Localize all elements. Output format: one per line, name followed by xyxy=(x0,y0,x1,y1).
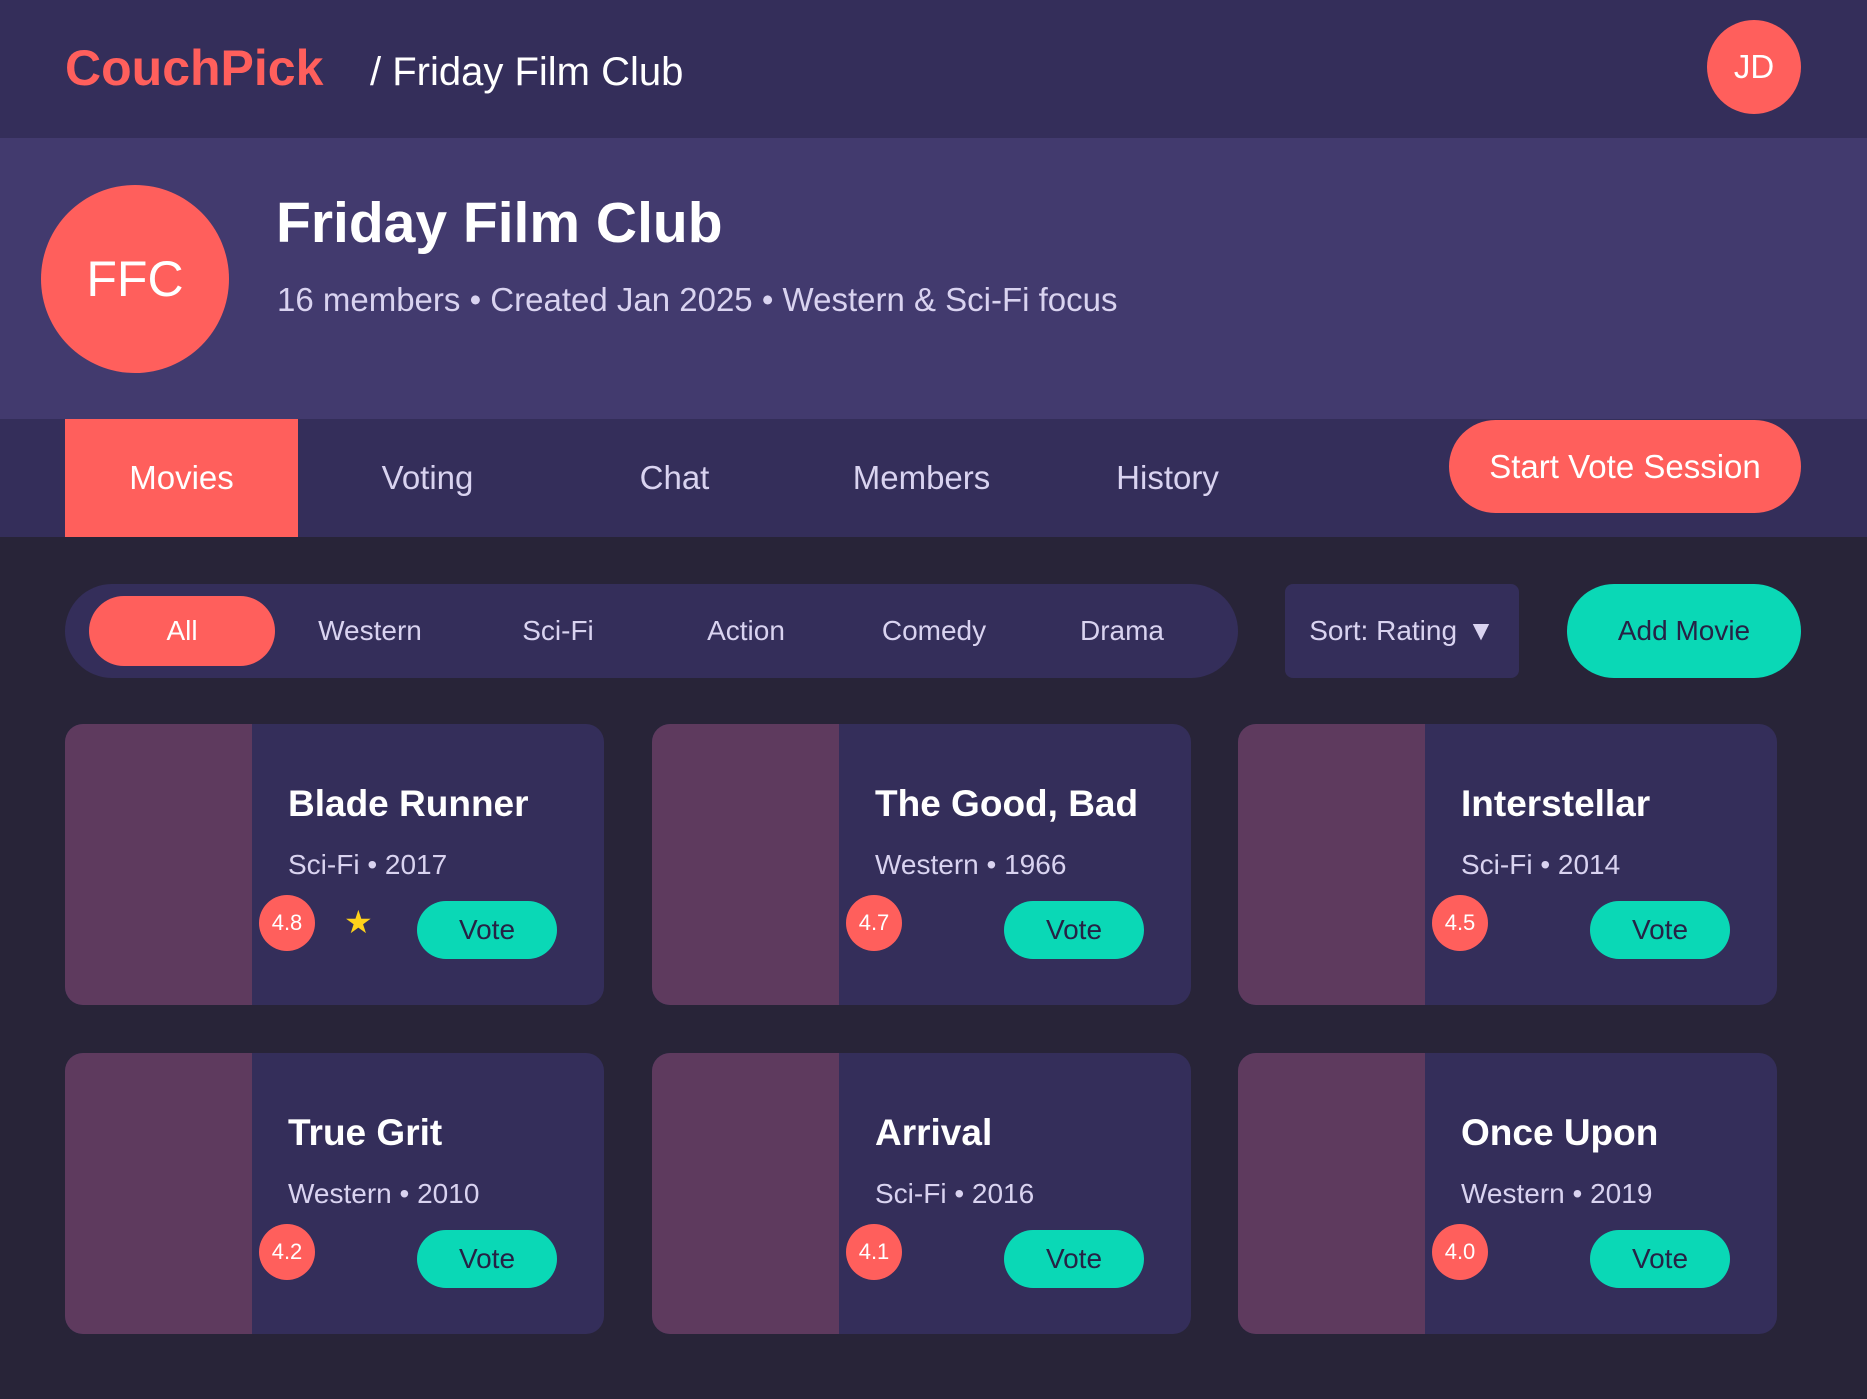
tab-history[interactable]: History xyxy=(1051,419,1284,537)
movie-meta: Sci-Fi • 2016 xyxy=(875,1178,1035,1209)
movie-poster xyxy=(1238,1053,1425,1334)
movie-title: Blade Runner xyxy=(288,783,529,824)
movie-meta: Western • 2010 xyxy=(288,1178,480,1209)
club-avatar: FFC xyxy=(41,185,229,373)
add-movie-button[interactable]: Add Movie xyxy=(1567,584,1801,678)
rating-badge: 4.5 xyxy=(1432,895,1488,951)
tab-voting[interactable]: Voting xyxy=(311,419,544,537)
sort-label: Sort: Rating xyxy=(1309,615,1458,646)
movie-poster xyxy=(65,1053,252,1334)
tab-chat[interactable]: Chat xyxy=(558,419,791,537)
movie-title: True Grit xyxy=(288,1112,443,1153)
filter-chip-all[interactable]: All xyxy=(89,596,275,666)
filter-chip-comedy[interactable]: Comedy xyxy=(841,596,1027,666)
movie-poster xyxy=(652,1053,839,1334)
movie-title: Once Upon xyxy=(1461,1112,1659,1153)
movie-meta: Western • 1966 xyxy=(875,849,1067,880)
movie-title: The Good, Bad xyxy=(875,783,1139,824)
vote-button[interactable]: Vote xyxy=(1590,901,1730,959)
movie-title: Interstellar xyxy=(1461,783,1651,824)
movie-title: Arrival xyxy=(875,1112,993,1153)
rating-badge: 4.1 xyxy=(846,1224,902,1280)
vote-button[interactable]: Vote xyxy=(1004,901,1144,959)
sort-dropdown[interactable]: Sort: Rating ▼ xyxy=(1285,584,1519,678)
rating-badge: 4.8 xyxy=(259,895,315,951)
breadcrumb: / Friday Film Club xyxy=(370,50,684,94)
tab-bar: Movies Voting Chat Members History Start… xyxy=(0,419,1867,537)
user-avatar[interactable]: JD xyxy=(1707,20,1801,114)
vote-button[interactable]: Vote xyxy=(417,901,557,959)
club-meta: 16 members • Created Jan 2025 • Western … xyxy=(277,281,1118,318)
movie-poster xyxy=(65,724,252,1005)
movie-card[interactable]: True Grit Western • 2010 4.2 Vote xyxy=(65,1053,604,1334)
movie-meta: Sci-Fi • 2014 xyxy=(1461,849,1621,880)
club-header: FFC Friday Film Club 16 members • Create… xyxy=(0,138,1867,419)
movie-meta: Western • 2019 xyxy=(1461,1178,1653,1209)
vote-button[interactable]: Vote xyxy=(1004,1230,1144,1288)
chevron-down-icon: ▼ xyxy=(1467,615,1495,646)
rating-badge: 4.7 xyxy=(846,895,902,951)
filter-chip-sci-fi[interactable]: Sci-Fi xyxy=(465,596,651,666)
rating-badge: 4.2 xyxy=(259,1224,315,1280)
movie-card[interactable]: Interstellar Sci-Fi • 2014 4.5 Vote xyxy=(1238,724,1777,1005)
rating-badge: 4.0 xyxy=(1432,1224,1488,1280)
app-logo[interactable]: CouchPick xyxy=(65,40,323,96)
star-icon[interactable]: ★ xyxy=(344,904,373,940)
movie-card[interactable]: Arrival Sci-Fi • 2016 4.1 Vote xyxy=(652,1053,1191,1334)
genre-filter-bar: All Western Sci-Fi Action Comedy Drama xyxy=(65,584,1238,678)
movie-card[interactable]: The Good, Bad Western • 1966 4.7 Vote xyxy=(652,724,1191,1005)
top-bar: CouchPick / Friday Film Club JD xyxy=(0,0,1867,138)
start-vote-session-button[interactable]: Start Vote Session xyxy=(1449,420,1801,513)
movie-poster xyxy=(1238,724,1425,1005)
movie-card[interactable]: Once Upon Western • 2019 4.0 Vote xyxy=(1238,1053,1777,1334)
filter-chip-action[interactable]: Action xyxy=(653,596,839,666)
filter-chip-western[interactable]: Western xyxy=(277,596,463,666)
tab-members[interactable]: Members xyxy=(805,419,1038,537)
movie-poster xyxy=(652,724,839,1005)
vote-button[interactable]: Vote xyxy=(1590,1230,1730,1288)
club-title: Friday Film Club xyxy=(276,191,723,255)
vote-button[interactable]: Vote xyxy=(417,1230,557,1288)
movie-meta: Sci-Fi • 2017 xyxy=(288,849,448,880)
filter-chip-drama[interactable]: Drama xyxy=(1029,596,1215,666)
tab-movies[interactable]: Movies xyxy=(65,419,298,537)
movie-card[interactable]: Blade Runner Sci-Fi • 2017 4.8 ★ Vote xyxy=(65,724,604,1005)
